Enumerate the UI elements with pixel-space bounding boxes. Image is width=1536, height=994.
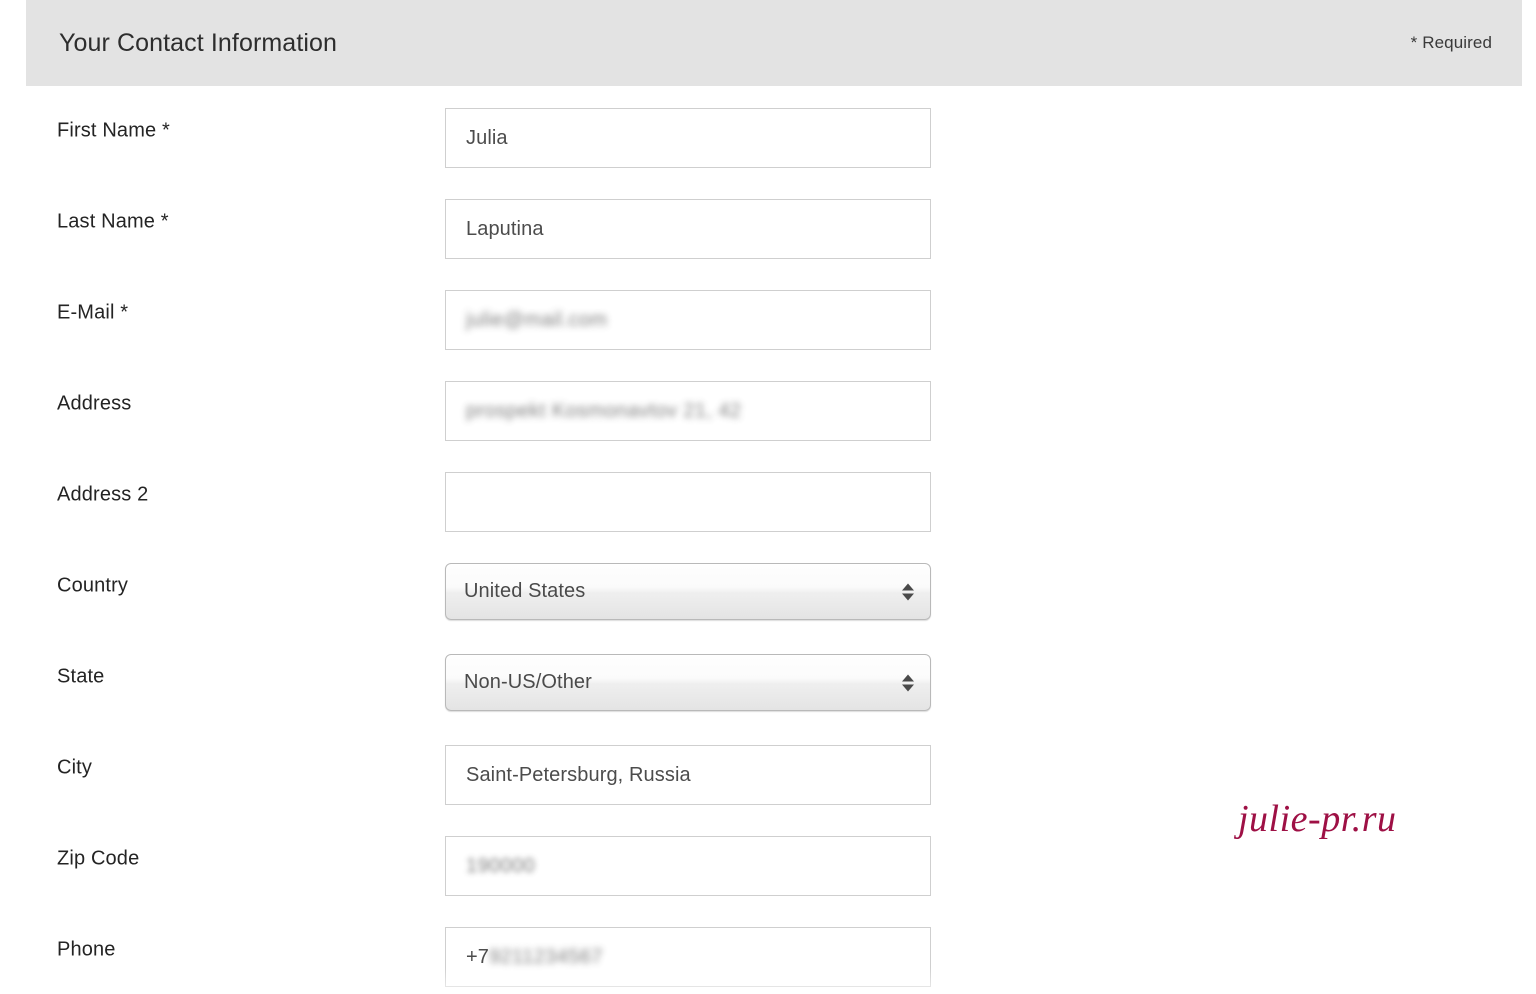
- email-value: julie@mail.com: [466, 309, 608, 331]
- field-control-city: Saint-Petersburg, Russia: [445, 745, 931, 805]
- email-input[interactable]: julie@mail.com: [445, 290, 931, 350]
- country-select-value: United States: [464, 580, 586, 602]
- form-row-address: Address prospekt Kosmonavtov 21, 42: [0, 359, 1536, 450]
- field-control-country: United States: [445, 563, 931, 620]
- page-title: Your Contact Information: [59, 28, 338, 57]
- field-label-first-name: First Name *: [57, 119, 170, 142]
- country-select[interactable]: United States: [445, 563, 931, 620]
- field-control-first-name: Julia: [445, 108, 931, 168]
- phone-value-redacted: 9211234567: [489, 945, 603, 968]
- form-row-address-2: Address 2: [0, 450, 1536, 541]
- field-label-country: Country: [57, 574, 129, 597]
- last-name-value: Laputina: [466, 218, 544, 240]
- last-name-input[interactable]: Laputina: [445, 199, 931, 259]
- field-label-zip-code: Zip Code: [57, 847, 140, 870]
- chevron-updown-icon: [902, 583, 914, 600]
- form-row-last-name: Last Name * Laputina: [0, 177, 1536, 268]
- field-label-email: E-Mail *: [57, 301, 129, 324]
- field-control-phone: +7 9211234567: [445, 927, 931, 987]
- zip-code-input[interactable]: 190000: [445, 836, 931, 896]
- first-name-input[interactable]: Julia: [445, 108, 931, 168]
- field-control-email: julie@mail.com: [445, 290, 931, 350]
- field-label-last-name: Last Name *: [57, 210, 169, 233]
- state-select[interactable]: Non-US/Other: [445, 654, 931, 711]
- chevron-updown-icon: [902, 674, 914, 691]
- address-2-input[interactable]: [445, 472, 931, 532]
- field-label-address: Address: [57, 392, 132, 415]
- form-header: Your Contact Information * Required: [26, 0, 1522, 86]
- first-name-value: Julia: [466, 127, 508, 149]
- form-row-first-name: First Name * Julia: [0, 86, 1536, 177]
- field-control-last-name: Laputina: [445, 199, 931, 259]
- city-input[interactable]: Saint-Petersburg, Russia: [445, 745, 931, 805]
- form-row-email: E-Mail * julie@mail.com: [0, 268, 1536, 359]
- field-label-city: City: [57, 756, 93, 779]
- state-select-value: Non-US/Other: [464, 671, 592, 693]
- address-value: prospekt Kosmonavtov 21, 42: [466, 400, 742, 422]
- contact-form: First Name * Julia Last Name * Laputina E-Ma…: [0, 86, 1536, 994]
- field-control-state: Non-US/Other: [445, 654, 931, 711]
- phone-value: +7: [466, 946, 490, 968]
- form-row-state: State Non-US/Other: [0, 632, 1536, 723]
- form-row-phone: Phone +7 9211234567: [0, 905, 1536, 994]
- form-row-city: City Saint-Petersburg, Russia: [0, 723, 1536, 814]
- field-control-zip-code: 190000: [445, 836, 931, 896]
- field-label-state: State: [57, 665, 105, 688]
- address-input[interactable]: prospekt Kosmonavtov 21, 42: [445, 381, 931, 441]
- field-control-address: prospekt Kosmonavtov 21, 42: [445, 381, 931, 441]
- required-note: * Required: [1410, 33, 1492, 52]
- city-value: Saint-Petersburg, Russia: [466, 764, 691, 786]
- field-label-address-2: Address 2: [57, 483, 149, 506]
- field-control-address-2: [445, 472, 931, 532]
- phone-input[interactable]: +7 9211234567: [445, 927, 931, 987]
- contact-information-page: Your Contact Information * Required Firs…: [0, 0, 1536, 994]
- field-label-phone: Phone: [57, 938, 116, 961]
- zip-code-value: 190000: [466, 855, 536, 877]
- form-row-zip-code: Zip Code 190000: [0, 814, 1536, 905]
- form-row-country: Country United States: [0, 541, 1536, 632]
